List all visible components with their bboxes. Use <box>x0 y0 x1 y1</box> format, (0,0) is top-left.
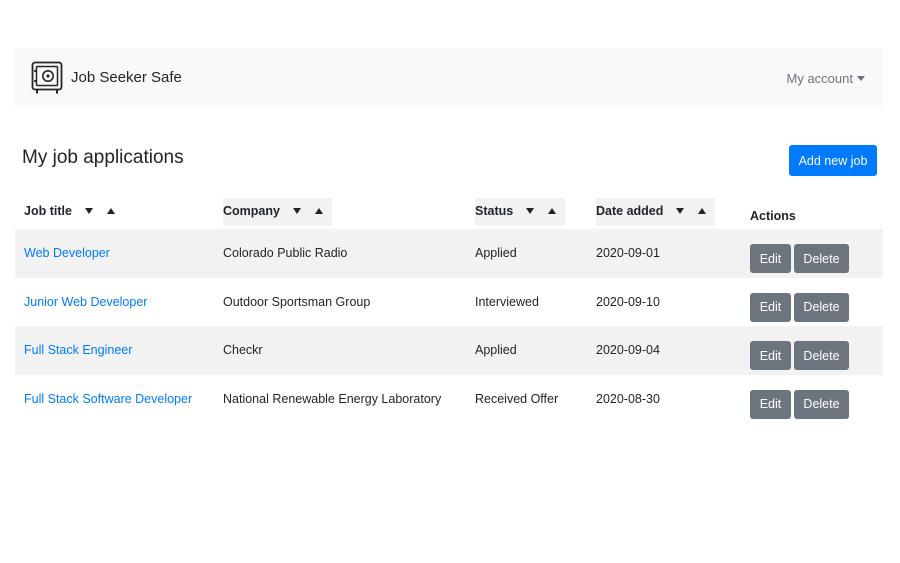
date-cell: 2020-09-04 <box>596 343 660 358</box>
header-company-label: Company <box>223 203 280 218</box>
sort-down-icon[interactable] <box>292 207 301 214</box>
table-row: Junior Web Developer Outdoor Sportsman G… <box>15 278 883 327</box>
edit-button[interactable]: Edit <box>750 292 791 322</box>
sort-up-icon[interactable] <box>314 207 323 214</box>
sort-down-icon[interactable] <box>676 207 685 214</box>
status-cell: Received Offer <box>475 391 559 406</box>
header-status-label: Status <box>475 203 514 218</box>
status-cell: Applied <box>475 246 517 261</box>
delete-button[interactable]: Delete <box>794 341 849 371</box>
job-title-link[interactable]: Junior Web Developer <box>24 295 147 309</box>
date-cell: 2020-09-10 <box>596 294 660 309</box>
sort-down-icon[interactable] <box>84 207 93 214</box>
table-row: Web Developer Colorado Public Radio Appl… <box>15 229 883 278</box>
delete-button[interactable]: Delete <box>794 292 849 322</box>
company-cell: Checkr <box>223 343 263 358</box>
status-cell: Applied <box>475 343 517 358</box>
header-job-title-label: Job title <box>24 203 72 218</box>
table-row: Full Stack Software Developer National R… <box>15 375 883 424</box>
page-title: My job applications <box>22 147 184 168</box>
edit-button[interactable]: Edit <box>750 341 791 371</box>
table-row: Full Stack Engineer Checkr Applied 2020-… <box>15 326 883 375</box>
account-menu-label: My account <box>786 71 853 86</box>
brand-name: Job Seeker Safe <box>71 69 182 86</box>
sort-up-icon[interactable] <box>106 207 115 214</box>
delete-button[interactable]: Delete <box>794 389 849 419</box>
header-company: Company <box>223 192 475 229</box>
safe-icon <box>31 61 63 93</box>
status-cell: Interviewed <box>475 294 539 309</box>
header-date-added-label: Date added <box>596 203 664 218</box>
delete-button[interactable]: Delete <box>794 244 849 274</box>
add-new-job-button[interactable]: Add new job <box>789 145 877 176</box>
sort-up-icon[interactable] <box>548 207 557 214</box>
table-header-row: Job title Company Status Date added Acti… <box>15 192 883 229</box>
date-cell: 2020-09-01 <box>596 246 660 261</box>
job-title-link[interactable]: Full Stack Software Developer <box>24 392 192 406</box>
brand-link[interactable]: Job Seeker Safe <box>31 61 182 95</box>
edit-button[interactable]: Edit <box>750 389 791 419</box>
navbar: Job Seeker Safe My account <box>15 48 883 107</box>
header-status: Status <box>475 192 596 229</box>
caret-down-icon <box>857 76 865 81</box>
header-actions: Actions <box>750 192 883 229</box>
header-actions-label: Actions <box>750 208 796 223</box>
company-cell: National Renewable Energy Laboratory <box>223 391 442 406</box>
job-applications-table: Job title Company Status Date added Acti… <box>15 192 883 423</box>
sort-up-icon[interactable] <box>698 207 707 214</box>
company-cell: Colorado Public Radio <box>223 246 348 261</box>
job-title-link[interactable]: Full Stack Engineer <box>24 343 132 357</box>
date-cell: 2020-08-30 <box>596 391 660 406</box>
header-date-added: Date added <box>596 192 750 229</box>
account-menu[interactable]: My account <box>787 71 865 86</box>
job-title-link[interactable]: Web Developer <box>24 246 110 260</box>
sort-down-icon[interactable] <box>526 207 535 214</box>
edit-button[interactable]: Edit <box>750 244 791 274</box>
header-job-title: Job title <box>15 192 223 229</box>
company-cell: Outdoor Sportsman Group <box>223 294 371 309</box>
